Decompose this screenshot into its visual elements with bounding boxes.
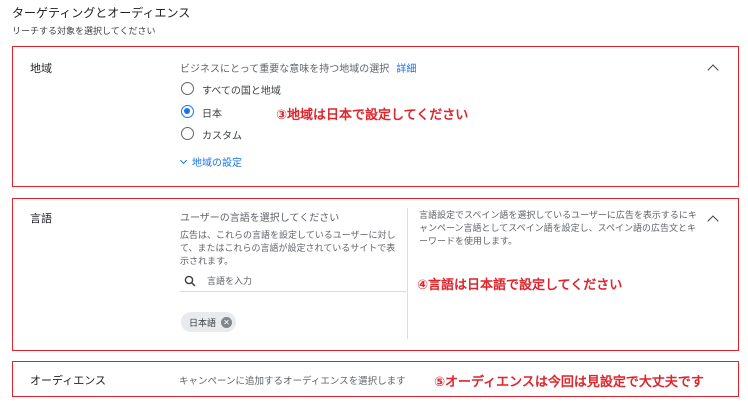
audience-description: キャンペーンに追加するオーディエンスを選択します [179,376,406,387]
region-radio-japan[interactable] [181,105,194,118]
remove-chip-close-icon[interactable]: ✕ [221,316,233,328]
region-option-custom-label: カスタム [202,131,242,142]
search-icon [184,275,196,287]
region-option-japan-label: 日本 [202,109,222,120]
audience-section-label: オーディエンス [30,374,107,387]
chevron-down-icon [179,156,188,164]
language-help-text: 広告は、これらの言語を設定しているユーザーに対して、またはこれらの言語が設定され… [180,231,396,267]
region-section: 地域 ビジネスにとって重要な意味を持つ地域の選択 詳細 すべての国と地域 日本 … [12,46,739,187]
language-annotation: ④言語は日本語で設定してください [417,278,623,293]
language-search-field[interactable]: 言語を入力 [184,274,252,287]
language-column-divider [407,208,408,339]
language-section: 言語 ユーザーの言語を選択してください 広告は、これらの言語を設定しているユーザ… [12,198,739,351]
region-description: ビジネスにとって重要な意味を持つ地域の選択 [180,64,390,75]
collapse-language-chevron-up-icon[interactable] [707,215,719,227]
collapse-region-chevron-up-icon[interactable] [707,64,719,76]
language-search-placeholder: 言語を入力 [207,277,253,287]
region-annotation: ③地域は日本で設定してください [276,108,469,123]
region-section-label: 地域 [30,62,52,75]
language-chip-label: 日本語 [189,318,217,329]
audience-annotation: ⑤オーディエンスは今回は見設定で大丈夫です [434,375,704,390]
audience-section[interactable]: オーディエンス キャンペーンに追加するオーディエンスを選択します ⑤オーディエン… [12,361,739,397]
search-underline [180,291,406,292]
region-option-all-label: すべての国と地域 [202,86,281,97]
region-detail-link[interactable]: 詳細 [396,64,416,75]
region-radio-custom[interactable] [181,127,194,140]
language-chip-japanese: 日本語 ✕ [181,312,237,332]
language-prompt: ユーザーの言語を選択してください [180,213,340,224]
region-radio-all[interactable] [181,82,194,95]
page-subtitle: リーチする対象を選択してください [12,27,156,37]
language-section-label: 言語 [30,212,52,225]
region-settings-link: 地域の設定 [192,158,242,169]
page-title: ターゲティングとオーディエンス [12,6,191,20]
region-settings-expander[interactable]: 地域の設定 [179,154,242,169]
language-side-note: 言語設定でスペイン語を選択しているユーザーに広告を表示するにキャンペーン言語とし… [419,211,697,247]
region-description-row: ビジネスにとって重要な意味を持つ地域の選択 詳細 [180,60,416,75]
